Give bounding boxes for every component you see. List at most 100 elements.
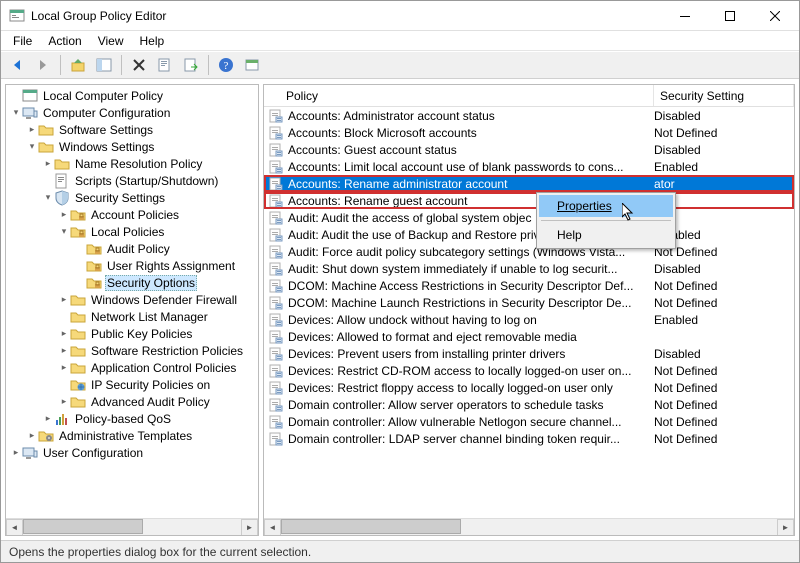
tree-software-restriction-policies[interactable]: ▸Software Restriction Policies xyxy=(6,342,258,359)
tree-root[interactable]: Local Computer Policy xyxy=(6,87,258,104)
column-header-setting[interactable]: Security Setting xyxy=(654,85,794,106)
expand-icon[interactable]: ▸ xyxy=(58,345,70,356)
policy-row[interactable]: Audit: Force audit policy subcategory se… xyxy=(264,243,794,260)
status-text: Opens the properties dialog box for the … xyxy=(9,545,311,559)
policy-row[interactable]: Audit: Shut down system immediately if u… xyxy=(264,260,794,277)
minimize-button[interactable] xyxy=(662,2,707,30)
policy-row[interactable]: Devices: Restrict CD-ROM access to local… xyxy=(264,362,794,379)
policy-name: Domain controller: LDAP server channel b… xyxy=(288,432,654,446)
tree-advanced-audit-policy[interactable]: ▸Advanced Audit Policy xyxy=(6,393,258,410)
policy-row[interactable]: Devices: Restrict floppy access to local… xyxy=(264,379,794,396)
back-button[interactable] xyxy=(5,53,29,77)
expand-icon[interactable]: ▸ xyxy=(58,209,70,220)
menu-view[interactable]: View xyxy=(90,32,132,50)
maximize-button[interactable] xyxy=(707,2,752,30)
expand-icon[interactable]: ▾ xyxy=(58,226,70,237)
policy-name: DCOM: Machine Access Restrictions in Sec… xyxy=(288,279,654,293)
tree-application-control-policies[interactable]: ▸Application Control Policies xyxy=(6,359,258,376)
column-header-policy[interactable]: Policy xyxy=(264,85,654,106)
tree-name-resolution-policy[interactable]: ▸Name Resolution Policy xyxy=(6,155,258,172)
policy-row[interactable]: Audit: Audit the access of global system… xyxy=(264,209,794,226)
scroll-right-icon[interactable]: ► xyxy=(777,519,794,536)
scroll-right-icon[interactable]: ► xyxy=(241,519,258,536)
tree-security-options[interactable]: Security Options xyxy=(6,274,258,291)
expand-icon[interactable]: ▸ xyxy=(26,430,38,441)
tree-windows-settings[interactable]: ▾Windows Settings xyxy=(6,138,258,155)
policy-row[interactable]: Accounts: Guest account statusDisabled xyxy=(264,141,794,158)
menu-action[interactable]: Action xyxy=(40,32,89,50)
tree-policy-based-qos[interactable]: ▸Policy-based QoS xyxy=(6,410,258,427)
expand-icon[interactable]: ▸ xyxy=(42,413,54,424)
policy-row[interactable]: Accounts: Rename guest account xyxy=(264,192,794,209)
tree-account-policies[interactable]: ▸Account Policies xyxy=(6,206,258,223)
tree-public-key-policies[interactable]: ▸Public Key Policies xyxy=(6,325,258,342)
expand-icon[interactable]: ▸ xyxy=(58,294,70,305)
close-button[interactable] xyxy=(752,2,797,30)
scroll-left-icon[interactable]: ◄ xyxy=(264,519,281,536)
policy-row[interactable]: DCOM: Machine Access Restrictions in Sec… xyxy=(264,277,794,294)
policy-setting: Not Defined xyxy=(654,381,794,395)
tree-computer-configuration[interactable]: ▾Computer Configuration xyxy=(6,104,258,121)
policy-setting: Disabled xyxy=(654,109,794,123)
policy-name: Accounts: Limit local account use of bla… xyxy=(288,160,654,174)
tree-label: Administrative Templates xyxy=(57,428,194,444)
tree-network-list-manager[interactable]: Network List Manager xyxy=(6,308,258,325)
scroll-thumb[interactable] xyxy=(23,519,143,534)
expand-icon[interactable]: ▸ xyxy=(58,396,70,407)
policy-row[interactable]: Accounts: Administrator account statusDi… xyxy=(264,107,794,124)
tree-ip-security-policies[interactable]: IP Security Policies on xyxy=(6,376,258,393)
policy-row[interactable]: Domain controller: Allow vulnerable Netl… xyxy=(264,413,794,430)
ctx-help[interactable]: Help xyxy=(539,224,673,246)
expand-icon[interactable]: ▾ xyxy=(26,141,38,152)
expand-icon[interactable]: ▸ xyxy=(10,447,22,458)
expand-icon[interactable]: ▾ xyxy=(10,107,22,118)
scroll-left-icon[interactable]: ◄ xyxy=(6,519,23,536)
scroll-thumb[interactable] xyxy=(281,519,461,534)
policy-item-icon xyxy=(268,397,284,413)
expand-icon[interactable]: ▸ xyxy=(58,362,70,373)
tree-administrative-templates[interactable]: ▸ Administrative Templates xyxy=(6,427,258,444)
tree-user-rights-assignment[interactable]: User Rights Assignment xyxy=(6,257,258,274)
tree-label: Network List Manager xyxy=(89,309,210,325)
filter-button[interactable] xyxy=(240,53,264,77)
policy-row[interactable]: DCOM: Machine Launch Restrictions in Sec… xyxy=(264,294,794,311)
tree-user-configuration[interactable]: ▸User Configuration xyxy=(6,444,258,461)
up-button[interactable] xyxy=(66,53,90,77)
tree-label: Security Options xyxy=(105,275,197,291)
policy-row[interactable]: Devices: Allowed to format and eject rem… xyxy=(264,328,794,345)
tree-software-settings[interactable]: ▸Software Settings xyxy=(6,121,258,138)
menu-file[interactable]: File xyxy=(5,32,40,50)
tree-audit-policy[interactable]: Audit Policy xyxy=(6,240,258,257)
tree-hscrollbar[interactable]: ◄ ► xyxy=(6,518,258,535)
tree-windows-defender-firewall[interactable]: ▸Windows Defender Firewall xyxy=(6,291,258,308)
expand-icon[interactable]: ▾ xyxy=(42,192,54,203)
policy-list[interactable]: Accounts: Administrator account statusDi… xyxy=(264,107,794,518)
ctx-properties[interactable]: Properties xyxy=(539,195,673,217)
show-hide-tree-button[interactable] xyxy=(92,53,116,77)
expand-icon[interactable]: ▸ xyxy=(42,158,54,169)
export-button[interactable] xyxy=(153,53,177,77)
policy-row[interactable]: Accounts: Block Microsoft accountsNot De… xyxy=(264,124,794,141)
policy-row[interactable]: Devices: Prevent users from installing p… xyxy=(264,345,794,362)
policy-row[interactable]: Domain controller: Allow server operator… xyxy=(264,396,794,413)
policy-row[interactable]: Domain controller: LDAP server channel b… xyxy=(264,430,794,447)
list-hscrollbar[interactable]: ◄ ► xyxy=(264,518,794,535)
tree-policy-based-qos-icon xyxy=(54,411,70,427)
tree-local-policies[interactable]: ▾Local Policies xyxy=(6,223,258,240)
expand-icon[interactable]: ▸ xyxy=(26,124,38,135)
policy-row[interactable]: Accounts: Limit local account use of bla… xyxy=(264,158,794,175)
help-button[interactable]: ? xyxy=(214,53,238,77)
tree-scripts-icon xyxy=(54,173,70,189)
forward-button[interactable] xyxy=(31,53,55,77)
tree-scripts[interactable]: Scripts (Startup/Shutdown) xyxy=(6,172,258,189)
policy-row[interactable]: Devices: Allow undock without having to … xyxy=(264,311,794,328)
policy-tree[interactable]: Local Computer Policy▾Computer Configura… xyxy=(6,85,258,518)
refresh-button[interactable] xyxy=(179,53,203,77)
tree-security-settings[interactable]: ▾Security Settings xyxy=(6,189,258,206)
toolbar-separator xyxy=(60,55,61,75)
policy-row[interactable]: Accounts: Rename administrator accountat… xyxy=(264,175,794,192)
menu-help[interactable]: Help xyxy=(132,32,173,50)
delete-button[interactable] xyxy=(127,53,151,77)
policy-row[interactable]: Audit: Audit the use of Backup and Resto… xyxy=(264,226,794,243)
expand-icon[interactable]: ▸ xyxy=(58,328,70,339)
